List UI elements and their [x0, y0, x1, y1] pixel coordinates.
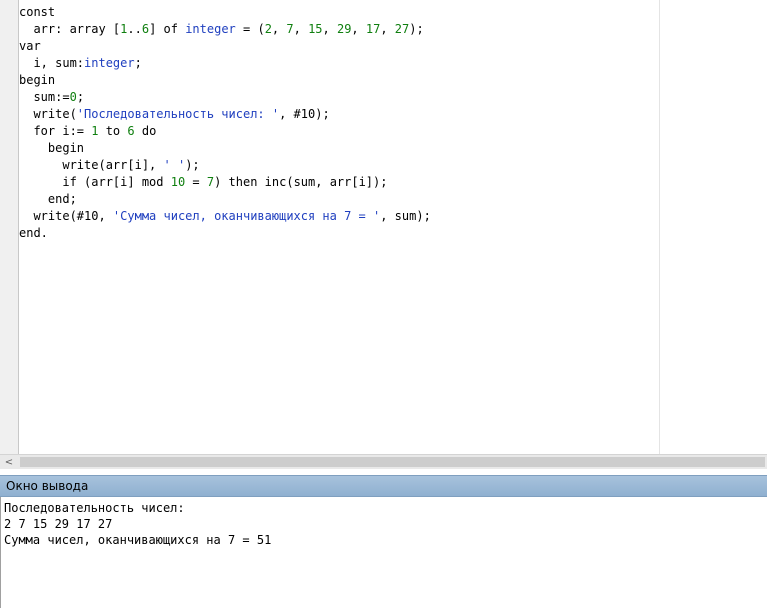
right-margin-line: [659, 0, 660, 454]
code-line: sum:=0;: [19, 89, 431, 106]
scroll-left-arrow-icon[interactable]: <: [0, 455, 18, 469]
output-line: Последовательность чисел:: [4, 501, 185, 515]
code-token: end.: [19, 226, 48, 240]
code-token: ) then inc(sum, arr[i]);: [214, 175, 388, 189]
code-line: arr: array [1..6] of integer = (2, 7, 15…: [19, 21, 431, 38]
ide-window: const arr: array [1..6] of integer = (2,…: [0, 0, 767, 608]
code-token: 7: [286, 22, 294, 36]
code-line: i, sum:integer;: [19, 55, 431, 72]
code-line: begin: [19, 140, 431, 157]
code-line: const: [19, 4, 431, 21]
code-line: write(#10, 'Сумма чисел, оканчивающихся …: [19, 208, 431, 225]
code-token: 17: [365, 22, 381, 36]
code-token: write(: [19, 107, 77, 121]
code-token: 0: [69, 90, 77, 104]
code-token: integer: [185, 22, 236, 36]
code-token: integer: [84, 56, 135, 70]
code-editor[interactable]: const arr: array [1..6] of integer = (2,…: [0, 0, 767, 454]
code-token: 2: [264, 22, 272, 36]
code-line: write(arr[i], ' ');: [19, 157, 431, 174]
code-token: ' ': [163, 158, 186, 172]
code-token: if (arr[i] mod: [19, 175, 171, 189]
code-token: );: [409, 22, 424, 36]
output-window-header: Окно вывода: [0, 475, 767, 497]
code-token: ..: [127, 22, 142, 36]
horizontal-scrollbar[interactable]: <: [0, 454, 767, 469]
scrollbar-thumb[interactable]: [20, 457, 765, 467]
code-line: begin: [19, 72, 431, 89]
code-token: write(arr[i],: [19, 158, 164, 172]
code-token: write(#10,: [19, 209, 113, 223]
code-token: const: [19, 5, 56, 19]
code-line: end.: [19, 225, 431, 242]
code-token: do: [134, 124, 157, 138]
output-window-body[interactable]: Последовательность чисел: 2 7 15 29 17 27…: [0, 497, 767, 608]
code-line: for i:= 1 to 6 do: [19, 123, 431, 140]
code-token: ;: [76, 90, 85, 104]
code-text[interactable]: const arr: array [1..6] of integer = (2,…: [19, 4, 431, 242]
code-token: );: [185, 158, 200, 172]
code-token: , #10);: [279, 107, 330, 121]
output-line: Сумма чисел, оканчивающихся на 7 = 51: [4, 533, 272, 547]
code-token: for i:=: [19, 124, 92, 138]
code-token: ,: [293, 22, 309, 36]
code-token: 15: [308, 22, 323, 36]
code-token: i, sum:: [19, 56, 85, 70]
code-token: =: [185, 175, 207, 189]
code-token: 'Последовательность чисел: ': [76, 107, 280, 121]
code-line: write('Последовательность чисел: ', #10)…: [19, 106, 431, 123]
code-token: 29: [336, 22, 352, 36]
code-token: begin: [19, 141, 85, 155]
code-token: ,: [380, 22, 395, 36]
code-token: sum:=: [19, 90, 70, 104]
code-token: begin: [19, 73, 56, 87]
code-token: = (: [235, 22, 265, 36]
output-window-title: Окно вывода: [6, 479, 89, 493]
code-line: if (arr[i] mod 10 = 7) then inc(sum, arr…: [19, 174, 431, 191]
code-token: to: [98, 124, 128, 138]
editor-gutter: [0, 0, 19, 454]
output-text: Последовательность чисел: 2 7 15 29 17 27…: [4, 500, 271, 548]
code-token: 27: [394, 22, 410, 36]
code-token: 6: [141, 22, 150, 36]
code-token: ;: [134, 56, 142, 70]
code-line: var: [19, 38, 431, 55]
code-token: ,: [322, 22, 337, 36]
code-line: end;: [19, 191, 431, 208]
code-token: var: [19, 39, 41, 53]
code-token: 'Сумма чисел, оканчивающихся на 7 = ': [112, 209, 381, 223]
code-token: 7: [206, 175, 215, 189]
code-token: end;: [19, 192, 77, 206]
code-token: ] of: [149, 22, 186, 36]
code-token: ,: [271, 22, 287, 36]
code-token: , sum);: [380, 209, 431, 223]
code-token: ,: [351, 22, 366, 36]
code-token: 10: [170, 175, 186, 189]
output-line: 2 7 15 29 17 27: [4, 517, 113, 531]
code-token: 6: [127, 124, 135, 138]
code-token: arr: array [: [19, 22, 121, 36]
